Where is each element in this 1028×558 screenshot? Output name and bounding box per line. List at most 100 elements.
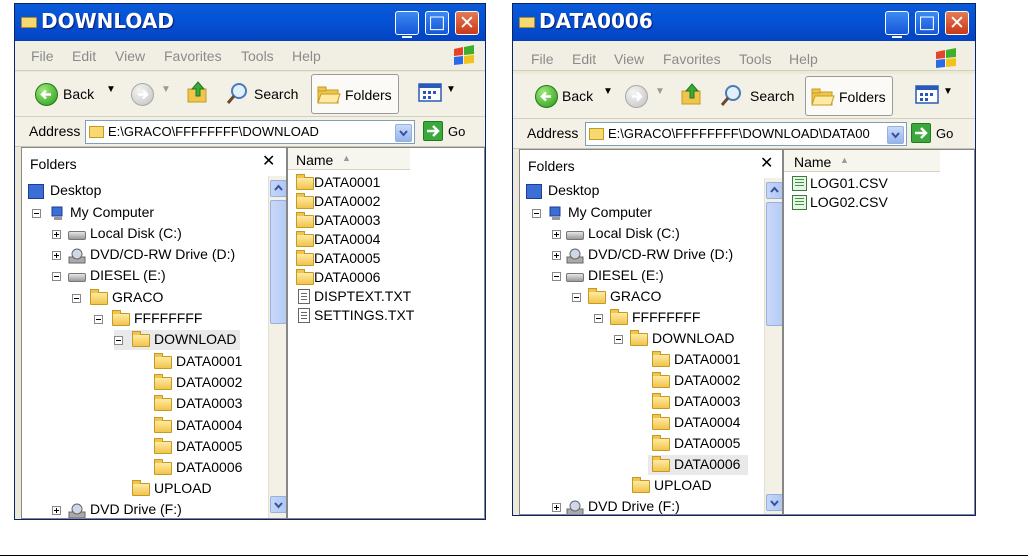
address-dropdown-button[interactable] <box>887 126 904 144</box>
tree-item-data0005[interactable]: DATA0005 <box>526 434 766 454</box>
menu-edit[interactable]: Edit <box>572 51 596 67</box>
go-arrow-icon[interactable] <box>423 121 443 141</box>
collapse-icon[interactable] <box>614 335 623 344</box>
title-bar[interactable]: DOWNLOAD _ □ ✕ <box>15 4 485 41</box>
maximize-button[interactable]: □ <box>425 11 449 35</box>
collapse-icon[interactable] <box>594 314 603 323</box>
folders-scrollbar[interactable] <box>268 176 286 518</box>
tree-item-desktop[interactable]: Desktop <box>28 181 268 201</box>
search-button[interactable]: Search <box>750 88 794 104</box>
scroll-up-button[interactable] <box>270 180 286 197</box>
tree-item-upload[interactable]: UPLOAD <box>526 476 766 496</box>
collapse-icon[interactable] <box>72 294 81 303</box>
tree-item-download[interactable]: DOWNLOAD <box>114 330 240 350</box>
close-button[interactable]: ✕ <box>455 11 479 35</box>
tree-item-graco[interactable]: GRACO <box>526 287 766 307</box>
expand-icon[interactable] <box>552 503 561 512</box>
file-item-data0004[interactable]: DATA0004 <box>296 230 466 250</box>
tree-item-ffffffff[interactable]: FFFFFFFF <box>526 308 766 328</box>
tree-item-local-disk[interactable]: Local Disk (C:) <box>28 224 268 244</box>
tree-item-data0004[interactable]: DATA0004 <box>526 413 766 433</box>
file-item-data0005[interactable]: DATA0005 <box>296 249 466 269</box>
minimize-button[interactable]: _ <box>885 11 909 38</box>
collapse-icon[interactable] <box>94 315 103 324</box>
menu-file[interactable]: File <box>531 51 554 67</box>
forward-arrow-icon[interactable] <box>625 85 648 108</box>
folders-button[interactable]: Folders <box>805 76 893 116</box>
tree-item-data0003[interactable]: DATA0003 <box>28 394 268 414</box>
address-input[interactable]: E:\GRACO\FFFFFFFF\DOWNLOAD <box>85 120 415 144</box>
tree-item-data0006[interactable]: DATA0006 <box>648 455 748 475</box>
tree-item-local-disk[interactable]: Local Disk (C:) <box>526 224 766 244</box>
expand-icon[interactable] <box>52 230 61 239</box>
menu-favorites[interactable]: Favorites <box>164 48 222 64</box>
expand-icon[interactable] <box>552 230 561 239</box>
back-button[interactable]: Back <box>63 86 94 102</box>
tree-item-my-computer[interactable]: My Computer <box>28 203 268 223</box>
expand-icon[interactable] <box>52 251 61 260</box>
go-arrow-icon[interactable] <box>911 123 931 143</box>
collapse-icon[interactable] <box>552 272 561 281</box>
close-pane-icon[interactable]: ✕ <box>760 153 773 173</box>
forward-arrow-icon[interactable] <box>131 83 154 106</box>
tree-item-data0002[interactable]: DATA0002 <box>28 373 268 393</box>
menu-help[interactable]: Help <box>292 48 321 64</box>
file-item-log02[interactable]: LOG02.CSV <box>792 193 962 213</box>
name-column-header[interactable]: Name ▲ <box>784 150 940 172</box>
folders-scrollbar[interactable] <box>764 178 782 514</box>
up-folder-icon[interactable] <box>681 82 703 106</box>
maximize-button[interactable]: □ <box>915 11 939 35</box>
tree-item-data0002[interactable]: DATA0002 <box>526 371 766 391</box>
go-button[interactable]: Go <box>448 124 465 139</box>
menu-view[interactable]: View <box>115 48 145 64</box>
file-item-settings[interactable]: SETTINGS.TXT <box>296 306 466 326</box>
collapse-icon[interactable] <box>52 272 61 281</box>
expand-icon[interactable] <box>552 251 561 260</box>
tree-item-data0005[interactable]: DATA0005 <box>28 437 268 457</box>
name-column-header[interactable]: Name ▲ <box>288 148 410 170</box>
menu-edit[interactable]: Edit <box>72 48 96 64</box>
scroll-thumb[interactable] <box>766 202 782 326</box>
scroll-down-button[interactable] <box>766 494 782 511</box>
tree-item-diesel[interactable]: DIESEL (E:) <box>526 266 766 286</box>
tree-item-dvd-drive[interactable]: DVD Drive (F:) <box>526 497 766 514</box>
menu-file[interactable]: File <box>31 48 54 64</box>
title-bar[interactable]: DATA0006 _ □ ✕ <box>513 4 975 41</box>
go-button[interactable]: Go <box>936 126 953 141</box>
file-item-data0003[interactable]: DATA0003 <box>296 211 466 231</box>
tree-item-download[interactable]: DOWNLOAD <box>526 329 766 349</box>
menu-tools[interactable]: Tools <box>241 48 274 64</box>
back-arrow-icon[interactable] <box>35 83 58 106</box>
scroll-thumb[interactable] <box>270 200 286 324</box>
tree-item-data0004[interactable]: DATA0004 <box>28 416 268 436</box>
folders-button[interactable]: Folders <box>311 74 399 114</box>
close-pane-icon[interactable]: ✕ <box>262 151 275 171</box>
back-dropdown-icon[interactable]: ▼ <box>603 86 613 97</box>
expand-icon[interactable] <box>52 506 61 515</box>
collapse-icon[interactable] <box>32 209 41 218</box>
forward-dropdown-icon[interactable]: ▼ <box>655 86 665 97</box>
address-input[interactable]: E:\GRACO\FFFFFFFF\DOWNLOAD\DATA00 <box>585 122 907 146</box>
collapse-icon[interactable] <box>572 293 581 302</box>
back-dropdown-icon[interactable]: ▼ <box>106 84 116 95</box>
tree-item-data0001[interactable]: DATA0001 <box>526 350 766 370</box>
tree-item-graco[interactable]: GRACO <box>28 288 268 308</box>
up-folder-icon[interactable] <box>187 80 209 104</box>
file-item-data0006[interactable]: DATA0006 <box>296 268 466 288</box>
back-arrow-icon[interactable] <box>535 85 558 108</box>
tree-item-data0006[interactable]: DATA0006 <box>28 458 268 478</box>
tree-item-dvd-cdrw[interactable]: DVD/CD-RW Drive (D:) <box>526 245 766 265</box>
file-item-data0001[interactable]: DATA0001 <box>296 173 466 193</box>
address-dropdown-button[interactable] <box>395 124 412 142</box>
collapse-icon[interactable] <box>532 209 541 218</box>
tree-item-data0003[interactable]: DATA0003 <box>526 392 766 412</box>
views-button[interactable]: ▼ <box>915 82 957 110</box>
menu-view[interactable]: View <box>614 51 644 67</box>
tree-item-dvd-cdrw[interactable]: DVD/CD-RW Drive (D:) <box>28 245 268 265</box>
search-button[interactable]: Search <box>254 86 298 102</box>
tree-item-diesel[interactable]: DIESEL (E:) <box>28 266 268 286</box>
forward-dropdown-icon[interactable]: ▼ <box>161 84 171 95</box>
minimize-button[interactable]: _ <box>395 11 419 38</box>
scroll-down-button[interactable] <box>270 496 286 513</box>
file-item-data0002[interactable]: DATA0002 <box>296 192 466 212</box>
